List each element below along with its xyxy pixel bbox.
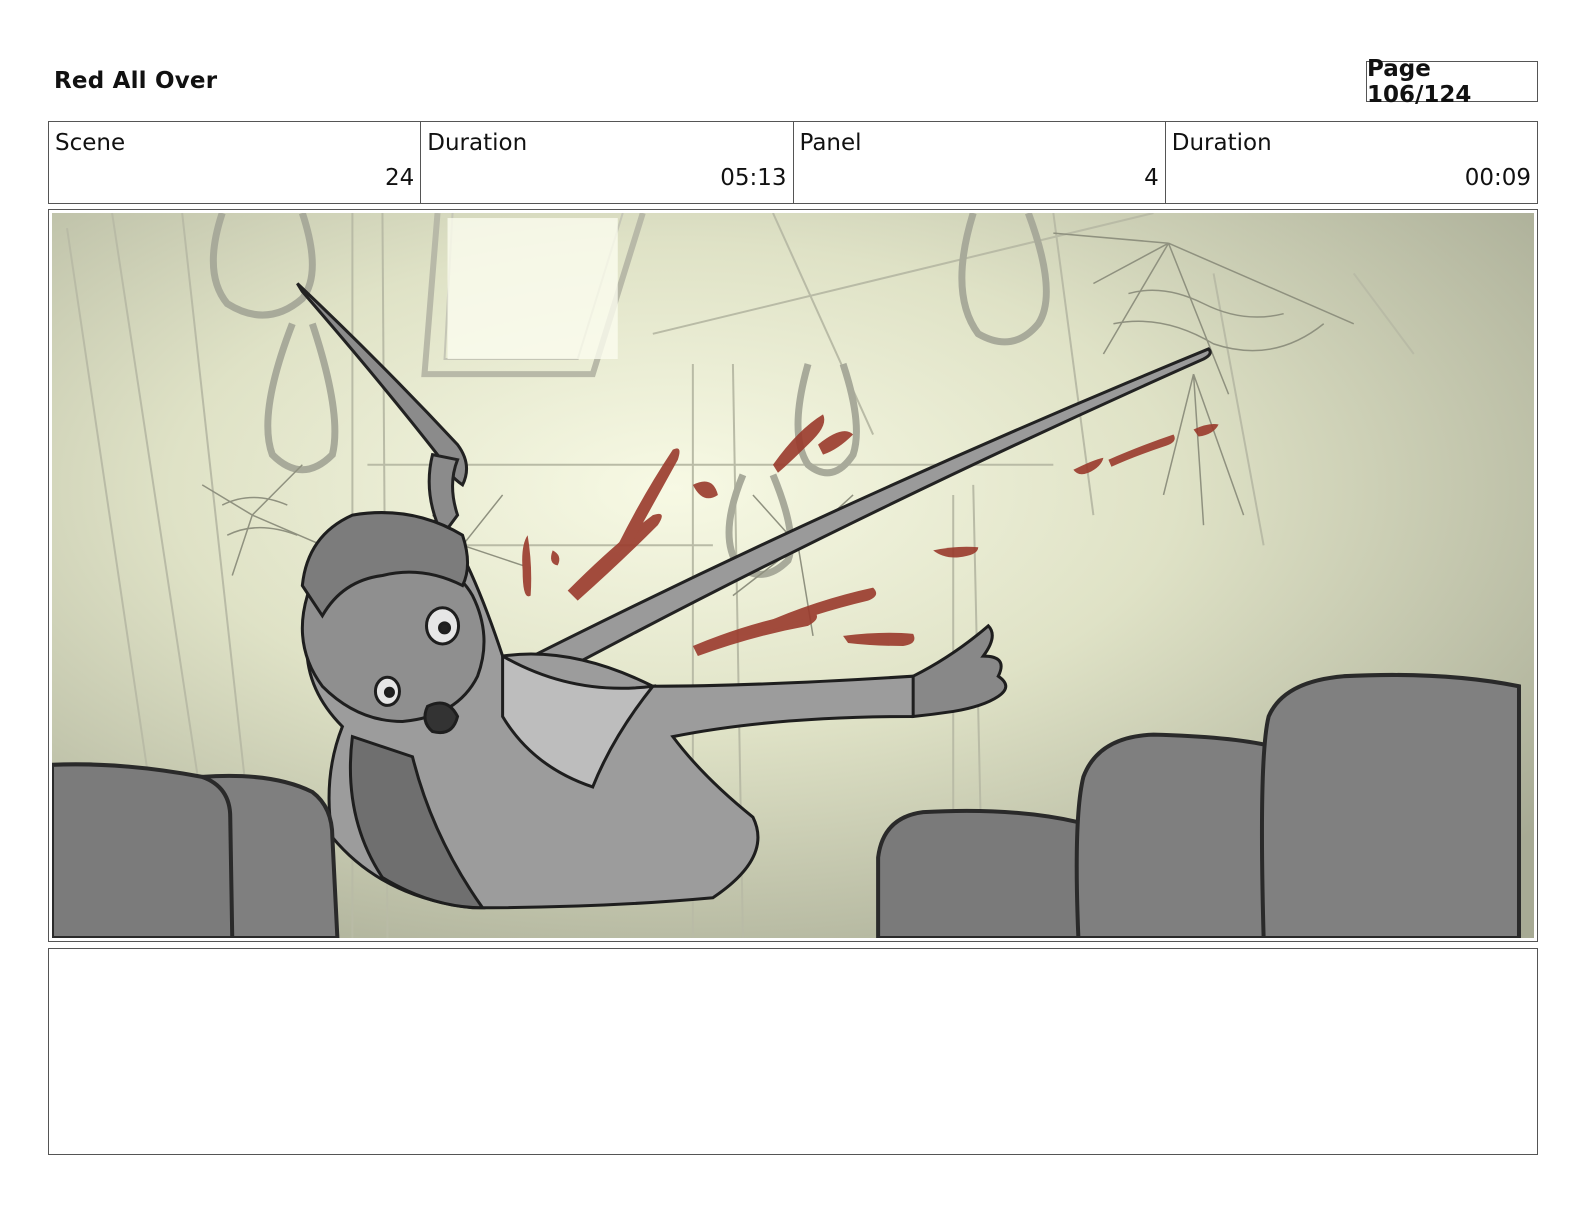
panel-cell: Panel 4 [794, 122, 1166, 203]
scene-value: 24 [384, 165, 415, 191]
panel-duration-cell: Duration 00:09 [1166, 122, 1537, 203]
scene-duration-value: 05:13 [720, 165, 787, 191]
storyboard-title: Red All Over [54, 68, 218, 94]
scene-cell: Scene 24 [49, 122, 422, 203]
scene-duration-label: Duration [427, 130, 528, 156]
shot-info-table: Scene 24 Duration 05:13 Panel 4 Duration… [48, 121, 1538, 204]
panel-duration-label: Duration [1171, 130, 1272, 156]
scene-label: Scene [55, 130, 126, 156]
scene-duration-cell: Duration 05:13 [421, 122, 794, 203]
panel-duration-value: 00:09 [1464, 165, 1531, 191]
panel-notes-box [48, 948, 1538, 1155]
panel-label: Panel [799, 130, 862, 156]
panel-illustration [52, 213, 1534, 938]
panel-value: 4 [1144, 165, 1159, 191]
page-number: Page 106/124 [1366, 56, 1538, 108]
storyboard-panel-frame [48, 209, 1538, 942]
